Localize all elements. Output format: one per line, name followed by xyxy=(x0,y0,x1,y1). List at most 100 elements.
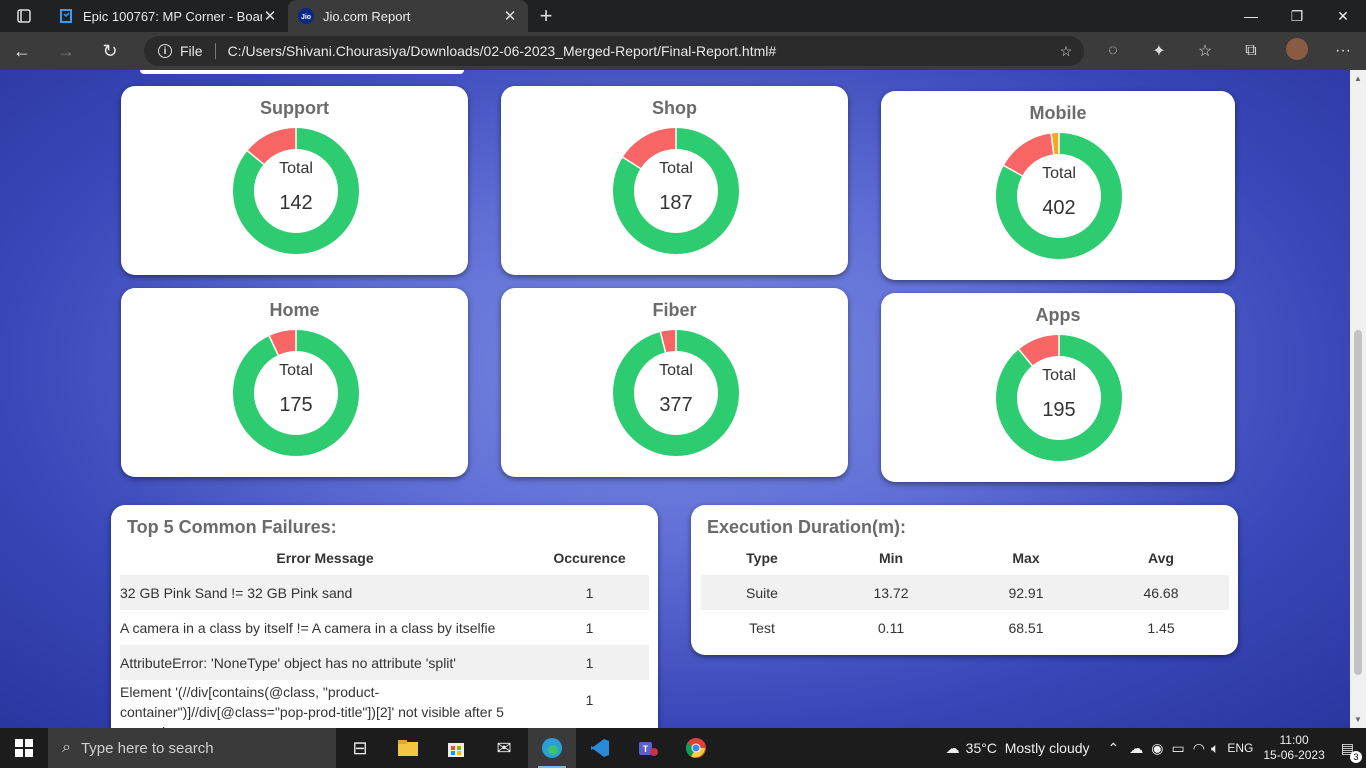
chrome-icon[interactable] xyxy=(672,728,720,768)
donut-chart: Total 377 xyxy=(613,330,739,456)
url-text[interactable]: C:/Users/Shivani.Chourasiya/Downloads/02… xyxy=(228,43,1048,59)
search-placeholder: Type here to search xyxy=(80,739,214,757)
file-explorer-icon[interactable] xyxy=(384,728,432,768)
url-scheme: File xyxy=(180,43,203,59)
language-indicator[interactable]: ENG xyxy=(1227,741,1253,755)
close-tab-icon[interactable]: ✕ xyxy=(502,7,518,25)
battery-icon[interactable]: ▭ xyxy=(1172,740,1185,757)
column-header: Min xyxy=(878,550,904,566)
refresh-icon[interactable]: ↻ xyxy=(88,32,132,70)
sync-icon[interactable]: ◌ xyxy=(1090,42,1136,60)
scrollbar-thumb[interactable] xyxy=(1354,330,1362,675)
column-header: Max xyxy=(1012,550,1040,566)
more-icon[interactable]: ··· xyxy=(1320,42,1366,60)
card-mobile: Mobile Total 402 xyxy=(881,91,1235,280)
column-header: Error Message xyxy=(276,550,374,566)
error-message: A camera in a class by itself != A camer… xyxy=(120,619,496,636)
occurence: 1 xyxy=(530,645,649,680)
scroll-up-icon[interactable]: ▲ xyxy=(1350,74,1366,83)
close-window-icon[interactable]: ✕ xyxy=(1320,0,1366,32)
failures-heading: Top 5 Common Failures: xyxy=(127,517,337,537)
total-value: 175 xyxy=(279,394,313,416)
onedrive-icon[interactable]: ☁ xyxy=(1129,740,1143,757)
card-title: Support xyxy=(260,98,329,118)
total-value: 377 xyxy=(659,394,693,416)
occurence: 1 xyxy=(585,619,594,636)
info-icon[interactable]: i xyxy=(158,44,172,58)
tab-actions-icon[interactable] xyxy=(0,0,48,32)
total-label: Total xyxy=(1042,367,1076,384)
tab-jio-report[interactable]: Jio Jio.com Report ✕ xyxy=(288,0,528,32)
window-controls: — ❐ ✕ xyxy=(1228,0,1366,32)
restore-icon[interactable]: ❐ xyxy=(1274,0,1320,32)
tab-title: Epic 100767: MP Corner - Boards xyxy=(83,8,262,24)
notification-icon[interactable]: ▤ 3 xyxy=(1341,740,1362,763)
table-header-row: Type Min Max Avg xyxy=(701,541,1229,575)
total-value: 402 xyxy=(1042,197,1076,219)
edge-browser-icon[interactable] xyxy=(528,728,576,768)
total-value: 187 xyxy=(659,192,693,214)
card-shop: Shop Total 187 xyxy=(501,86,848,275)
column-header: Occurence xyxy=(553,550,626,566)
scroll-down-icon[interactable]: ▼ xyxy=(1350,715,1366,724)
total-label: Total xyxy=(279,362,313,379)
back-icon[interactable]: ← xyxy=(0,32,44,70)
clock[interactable]: 11:00 15-06-2023 xyxy=(1263,733,1324,763)
browser-tab-bar: Epic 100767: MP Corner - Boards ✕ Jio Ji… xyxy=(0,0,1366,32)
error-message: AttributeError: 'NoneType' object has no… xyxy=(120,645,530,680)
total-value: 195 xyxy=(1042,399,1076,421)
windows-start-icon[interactable] xyxy=(0,728,48,768)
card-title: Fiber xyxy=(652,300,697,320)
taskbar-search[interactable]: ⌕ Type here to search xyxy=(48,728,336,768)
weather-text[interactable]: 35°C Mostly cloudy xyxy=(966,740,1090,756)
task-view-icon[interactable]: ⊟ xyxy=(336,728,384,768)
tab-boards[interactable]: Epic 100767: MP Corner - Boards ✕ xyxy=(48,0,288,32)
card-title: Shop xyxy=(652,98,697,118)
column-header: Avg xyxy=(1148,550,1174,566)
duration-card: Execution Duration(m): Type Min Max Avg … xyxy=(691,505,1238,655)
chevron-up-icon[interactable]: ⌃ xyxy=(1108,740,1120,757)
pass-segment[interactable] xyxy=(996,335,1122,461)
close-tab-icon[interactable]: ✕ xyxy=(262,7,278,25)
page-scrollbar[interactable]: ▲ ▼ xyxy=(1350,70,1366,728)
address-field[interactable]: i File C:/Users/Shivani.Chourasiya/Downl… xyxy=(144,36,1084,66)
network-icon[interactable]: ◉ xyxy=(1151,740,1163,757)
card-title: Apps xyxy=(1035,305,1081,325)
profile-avatar[interactable] xyxy=(1274,37,1320,65)
card-edge xyxy=(140,70,464,74)
favorite-icon[interactable]: ☆ xyxy=(1048,43,1084,60)
card-fiber: Fiber Total 377 xyxy=(501,288,848,477)
mail-icon[interactable]: ✉ xyxy=(480,728,528,768)
table-row: A camera in a class by itself != A camer… xyxy=(120,610,649,645)
favorites-icon[interactable]: ☆ xyxy=(1182,41,1228,61)
search-icon: ⌕ xyxy=(62,739,71,756)
duration-table: Type Min Max Avg Suite 13.72 92.91 46.68… xyxy=(701,541,1229,645)
pass-segment[interactable] xyxy=(613,330,739,456)
volume-icon[interactable]: 🔈︎ xyxy=(1211,740,1219,757)
forward-icon[interactable]: → xyxy=(44,32,88,70)
minimize-icon[interactable]: — xyxy=(1228,0,1274,32)
vscode-icon[interactable] xyxy=(576,728,624,768)
max-cell: 92.91 xyxy=(959,575,1093,610)
donut-chart: Total 142 xyxy=(233,128,359,254)
store-icon[interactable] xyxy=(432,728,480,768)
failures-card: Top 5 Common Failures: Error Message Occ… xyxy=(111,505,658,728)
card-home: Home Total 175 xyxy=(121,288,468,477)
total-label: Total xyxy=(279,160,313,177)
weather-icon[interactable]: ☁ xyxy=(946,740,960,757)
browser-tools: ◌ ✦ ☆ ⧉ ··· xyxy=(1090,32,1366,70)
collections-icon[interactable]: ⧉ xyxy=(1228,42,1274,60)
total-value: 142 xyxy=(279,192,313,214)
azure-boards-icon xyxy=(58,8,74,24)
windows-taskbar: ⌕ Type here to search ⊟ ✉ T ☁ 35°C Mostl… xyxy=(0,728,1366,768)
wifi-icon[interactable]: ◠ xyxy=(1193,740,1205,757)
extensions-icon[interactable]: ✦ xyxy=(1136,41,1182,61)
teams-icon[interactable]: T xyxy=(624,728,672,768)
svg-text:T: T xyxy=(643,744,649,754)
system-tray: ☁ 35°C Mostly cloudy ⌃ ☁ ◉ ▭ ◠ 🔈︎ ENG 11… xyxy=(946,728,1366,768)
max-cell: 68.51 xyxy=(1008,619,1044,636)
new-tab-button[interactable]: + xyxy=(528,0,564,32)
pass-segment[interactable] xyxy=(233,330,359,456)
date: 15-06-2023 xyxy=(1263,748,1325,762)
total-label: Total xyxy=(1042,165,1076,182)
